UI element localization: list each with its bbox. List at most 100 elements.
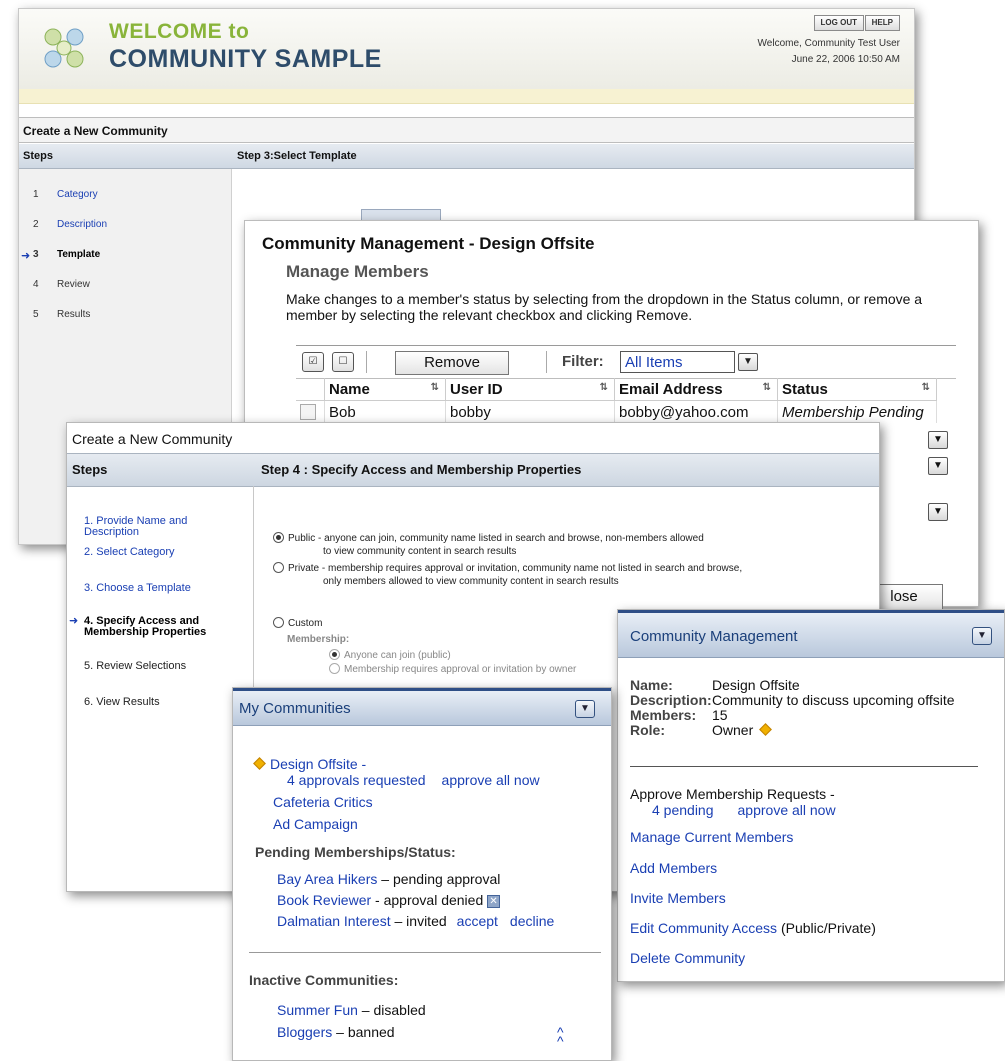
checkbox-column-header — [296, 378, 325, 401]
scroll-up-icon[interactable]: ^ ^ — [557, 1025, 564, 1048]
community-link[interactable]: Bay Area Hikers — [277, 871, 377, 887]
step-select-category[interactable]: 2. Select Category — [84, 547, 175, 558]
description-row: Description:Community to discuss upcomin… — [630, 692, 955, 708]
name-row: Name: Design Offsite — [630, 677, 800, 693]
membership-approval-option[interactable]: Membership requires approval or invitati… — [329, 662, 576, 676]
featured-community: Design Offsite - — [253, 756, 366, 772]
private-option[interactable]: Private - membership requires approval o… — [273, 561, 742, 575]
invite-members-link[interactable]: Invite Members — [630, 890, 726, 906]
deselect-all-icon[interactable]: ☐ — [332, 352, 354, 372]
step-item-category[interactable]: 1 Category — [33, 189, 98, 200]
chevron-down-icon[interactable]: ▼ — [972, 627, 992, 645]
member-userid: bobby — [445, 400, 615, 423]
community-link-cafeteria[interactable]: Cafeteria Critics — [273, 794, 373, 810]
current-step-arrow-icon: ➜ — [69, 615, 79, 627]
pending-item: Dalmatian Interest – invited accept declin… — [277, 913, 555, 929]
step-provide-name[interactable]: 1. Provide Name and Description — [84, 516, 204, 538]
inactive-item: Summer Fun – disabled — [277, 1002, 426, 1018]
divider — [630, 766, 978, 767]
delete-community-link[interactable]: Delete Community — [630, 950, 745, 966]
approvals-row: 4 approvals requested approve all now — [287, 772, 540, 788]
help-button[interactable]: HELP — [864, 15, 900, 31]
inactive-item: Bloggers – banned — [277, 1024, 395, 1040]
pending-link[interactable]: 4 pending — [652, 802, 714, 818]
approve-all-link[interactable]: approve all now — [442, 772, 540, 788]
approvals-link[interactable]: 4 approvals requested — [287, 772, 426, 788]
owner-diamond-icon — [759, 723, 773, 736]
add-members-link[interactable]: Add Members — [630, 860, 717, 876]
email-column-header[interactable]: Email Address ⇅ — [614, 378, 778, 401]
select-all-icon[interactable]: ☑ — [302, 352, 324, 372]
steps-bar: Steps Step 3:Select Template — [19, 144, 914, 169]
steps-header: Steps — [23, 150, 53, 162]
step-item-description[interactable]: 2 Description — [33, 219, 107, 230]
remove-button[interactable]: Remove — [395, 351, 509, 375]
steps-sidebar: 1. Provide Name and Description 2. Selec… — [67, 486, 254, 891]
pending-item: Bay Area Hikers – pending approval — [277, 871, 501, 887]
userid-column-header[interactable]: User ID ⇅ — [445, 378, 615, 401]
private-option-detail: only members allowed to view community c… — [323, 576, 619, 587]
row-checkbox[interactable] — [300, 404, 316, 420]
members-row: Members: 15 — [630, 707, 728, 723]
panel-header: My Communities ▼ — [233, 688, 611, 726]
manage-window-title: Community Management - Design Offsite — [262, 234, 595, 253]
toolbar-divider — [366, 351, 367, 373]
edit-access-link[interactable]: Edit Community Access — [630, 920, 777, 936]
panel-title: Community Management — [630, 628, 798, 645]
status-column-header[interactable]: Status ⇅ — [777, 378, 937, 401]
page-header: WELCOME to COMMUNITY SAMPLE LOG OUT HELP… — [19, 9, 914, 90]
step-item-results: 5 Results — [33, 309, 91, 320]
status-dropdown-icon[interactable]: ▼ — [928, 503, 948, 521]
status-dropdown-icon[interactable]: ▼ — [928, 457, 948, 475]
manage-members-link[interactable]: Manage Current Members — [630, 829, 793, 845]
membership-label: Membership: — [287, 634, 350, 645]
radio-button-icon — [273, 561, 284, 573]
public-option[interactable]: Public - anyone can join, community name… — [273, 531, 704, 545]
sort-icon: ⇅ — [921, 382, 930, 393]
welcome-line: WELCOME to — [109, 20, 250, 43]
name-column-header[interactable]: Name ⇅ — [324, 378, 446, 401]
manage-members-heading: Manage Members — [286, 262, 429, 281]
step-header: Step 3:Select Template — [237, 150, 357, 162]
member-status: Membership Pending — [777, 400, 937, 423]
date-text: June 22, 2006 10:50 AM — [791, 54, 900, 65]
steps-header: Steps — [72, 462, 108, 477]
community-link[interactable]: Book Reviewer — [277, 892, 371, 908]
sort-icon: ⇅ — [599, 382, 608, 393]
radio-button-icon — [273, 531, 284, 543]
step-item-template: ➜ 3 Template — [21, 249, 101, 262]
community-management-panel: Community Management ▼ Name: Design Offsi… — [617, 609, 1005, 982]
step-choose-template[interactable]: 3. Choose a Template — [84, 583, 191, 594]
role-row: Role: Owner — [630, 723, 776, 738]
approve-requests-header: Approve Membership Requests - — [630, 786, 835, 802]
status-dropdown-icon[interactable]: ▼ — [928, 431, 948, 449]
community-link[interactable]: Summer Fun — [277, 1002, 358, 1018]
community-link-ad-campaign[interactable]: Ad Campaign — [273, 816, 358, 832]
divider — [249, 952, 601, 953]
member-email: bobby@yahoo.com — [614, 400, 778, 423]
community-link[interactable]: Dalmatian Interest — [277, 913, 391, 929]
design-offsite-link[interactable]: Design Offsite - — [270, 756, 366, 772]
step-view-results: 6. View Results — [84, 696, 160, 708]
step-specify-access: 4. Specify Access and Membership Propert… — [84, 615, 207, 638]
custom-option[interactable]: Custom — [273, 616, 322, 630]
owner-diamond-icon — [253, 757, 266, 770]
accept-link[interactable]: accept — [457, 913, 498, 929]
filter-select[interactable]: All Items — [620, 351, 735, 373]
chevron-down-icon[interactable]: ▼ — [575, 700, 595, 718]
edit-access-row: Edit Community Access (Public/Private) — [630, 920, 876, 936]
table-row: Bob bobby bobby@yahoo.com Membership Pen… — [296, 400, 937, 423]
sort-icon: ⇅ — [762, 382, 771, 393]
sort-icon: ⇅ — [430, 382, 439, 393]
radio-button-icon — [273, 616, 284, 628]
toolbar-divider — [546, 351, 547, 373]
welcome-user-text: Welcome, Community Test User — [757, 38, 900, 49]
approve-all-link[interactable]: approve all now — [738, 802, 836, 818]
logout-button[interactable]: LOG OUT — [813, 15, 864, 31]
dismiss-x-icon[interactable]: ✕ — [487, 894, 501, 908]
decline-link[interactable]: decline — [510, 913, 554, 929]
membership-public-option[interactable]: Anyone can join (public) — [329, 648, 451, 662]
chevron-down-icon[interactable]: ▼ — [738, 353, 758, 371]
community-link[interactable]: Bloggers — [277, 1024, 332, 1040]
member-name: Bob — [324, 400, 446, 423]
